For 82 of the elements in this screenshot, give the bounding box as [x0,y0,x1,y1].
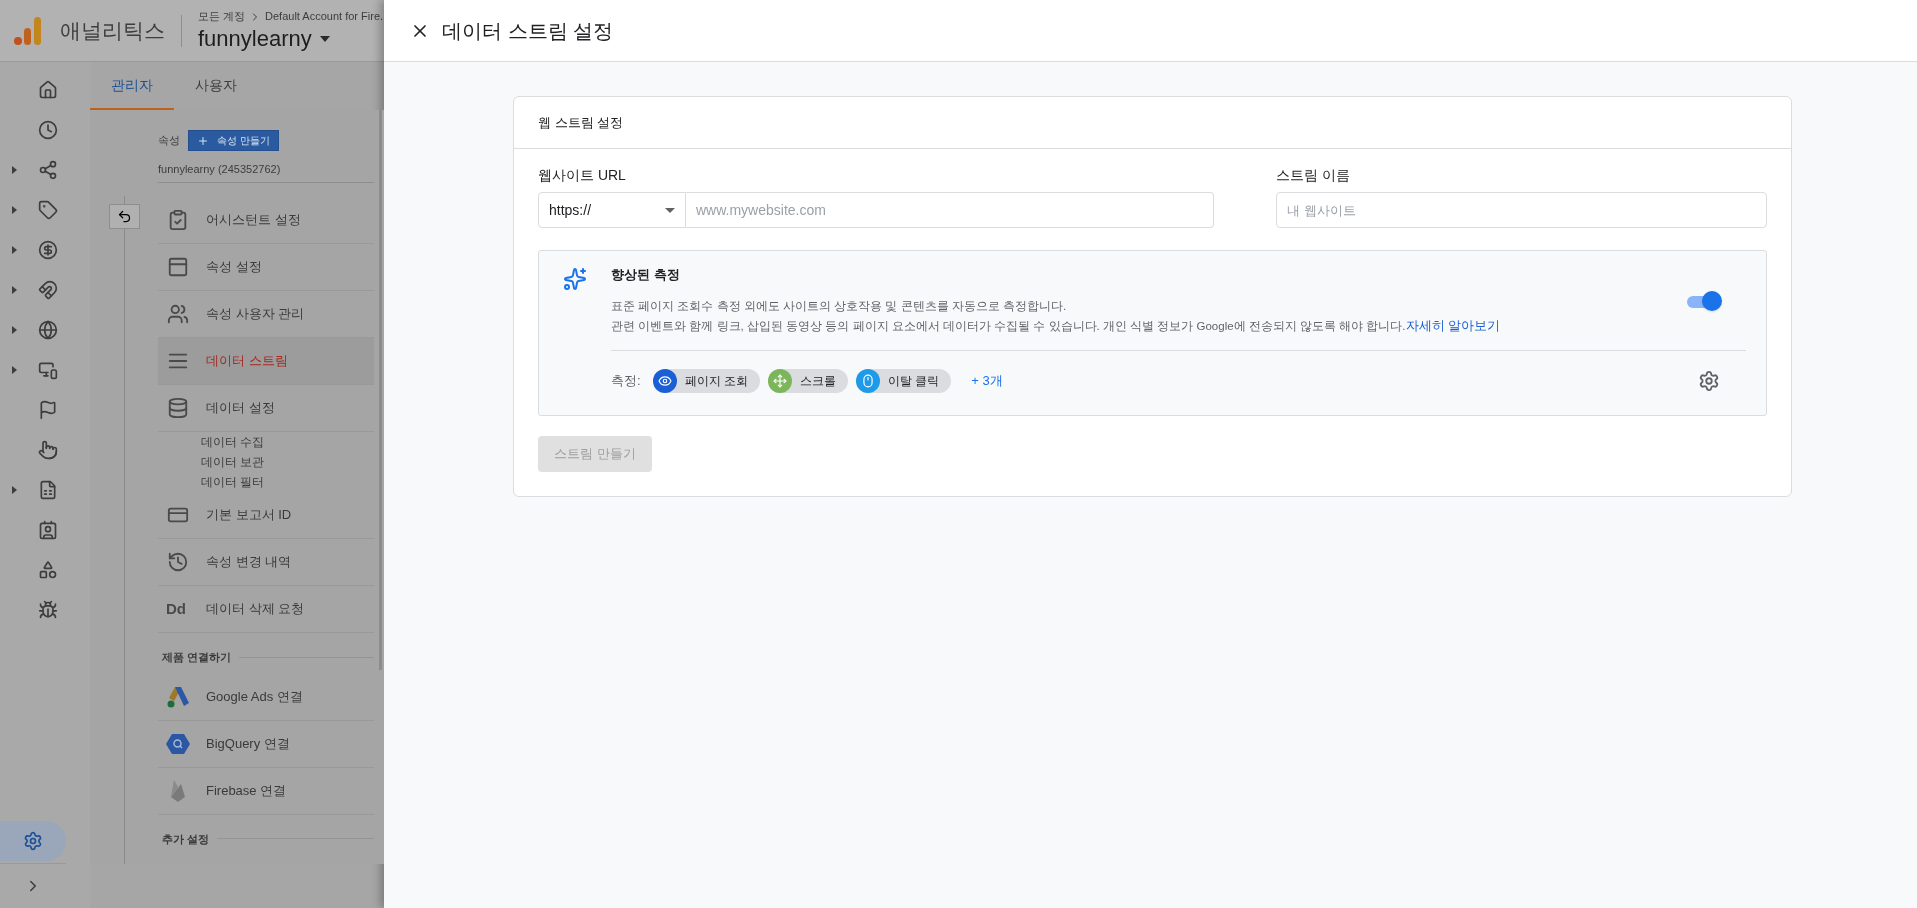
measurement-chip: 페이지 조회 [652,368,760,393]
clipboard-check-icon [167,209,189,231]
expand-caret-icon[interactable] [12,166,18,174]
tab[interactable]: 사용자 [174,62,258,110]
magnet-icon [38,280,58,300]
bug-icon [38,600,58,620]
menu-item[interactable]: 데이터 설정 [158,385,374,432]
menu-item[interactable]: 기본 보고서 ID [158,492,374,539]
product-name: 애널리틱스 [60,17,165,44]
menu-item[interactable]: 속성 설정 [158,244,374,291]
menu-item[interactable]: Dd 데이터 삭제 요청 [158,586,374,633]
back-arrow-icon [116,209,132,224]
submenu-item[interactable]: 데이터 필터 [158,472,374,492]
flag-icon [38,400,58,420]
account-name: funnylearny (245352762) [158,157,374,183]
contact-icon [38,520,58,540]
settings-nav-item[interactable] [0,821,66,861]
shapes-icon [38,560,58,580]
report-icon [38,480,58,500]
breadcrumb-link[interactable]: Default Account for Fire. [265,8,384,25]
breadcrumb-link[interactable]: 모든 계정 [198,8,246,25]
clock-icon [38,120,58,140]
menu-item[interactable]: BigQuery 연결 [158,720,374,768]
bigquery-logo-icon [166,732,190,755]
expand-caret-icon[interactable] [12,326,18,334]
menu-item[interactable]: Google Ads 연결 [158,673,374,721]
create-property-button[interactable]: 속성 만들기 [188,130,279,151]
mouse-icon [860,373,875,388]
pointer-icon [38,440,58,460]
submenu-item[interactable]: 데이터 보관 [158,452,374,472]
property-label: 속성 [158,133,180,149]
expand-caret-icon[interactable] [12,206,18,214]
website-url-field[interactable]: www.mywebsite.com [686,192,1214,228]
history-icon [167,551,189,573]
devices-icon [38,360,58,380]
dd-icon: Dd [166,597,190,621]
section-heading: 제품 연결하기 [162,650,232,665]
dropdown-arrow-icon [319,35,330,42]
dropdown-arrow-icon [665,207,675,213]
globe-icon [38,320,58,340]
tag-icon [38,200,58,220]
menu-item[interactable]: Firebase 연결 [158,767,374,815]
submenu-item[interactable]: 데이터 수집 [158,432,374,452]
protocol-dropdown[interactable]: https:// [538,192,686,228]
measure-label: 측정: [611,371,641,390]
branch-icon [38,160,58,180]
settings-icon[interactable] [1698,369,1720,392]
measurement-chip: 스크롤 [767,368,848,393]
expand-caret-icon[interactable] [12,486,18,494]
back-button[interactable] [108,204,140,229]
dollar-icon [38,240,58,260]
layout-icon [167,256,189,278]
settings-icon [23,831,43,851]
ads-logo-icon [166,685,190,708]
menu-item[interactable]: 속성 변경 내역 [158,539,374,586]
learn-more-link[interactable]: 자세히 알아보기 [1405,317,1501,333]
database-icon [167,397,189,419]
field-label: 스트림 이름 [1276,166,1351,185]
people-icon [167,303,189,325]
stream-name-field[interactable]: 내 웹사이트 [1276,192,1767,228]
menu-item[interactable]: 데이터 스트림 [158,338,374,385]
sparkles-icon [563,267,587,291]
more-link[interactable]: + 3개 [971,370,1003,391]
firebase-logo-icon [169,778,187,803]
measurement-chip: 이탈 클릭 [855,368,952,393]
expand-caret-icon[interactable] [12,286,18,294]
eye-icon [657,373,672,388]
menu-item[interactable]: 어시스턴트 설정 [158,197,374,244]
analytics-logo-icon [14,15,42,46]
toggle-switch[interactable] [1686,291,1722,311]
expand-caret-icon[interactable] [12,366,18,374]
move-icon [772,373,787,388]
expand-caret-icon[interactable] [12,246,18,254]
field-label: 웹사이트 URL [538,166,627,185]
card-title: 웹 스트림 설정 [538,113,624,132]
home-icon [38,80,58,100]
section-heading: 추가 설정 [162,831,210,847]
plus-icon [197,134,209,147]
dialog-title: 데이터 스트림 설정 [442,18,614,44]
property-selector[interactable]: funnylearny [198,24,384,53]
section-title: 향상된 측정 [611,266,681,284]
description: 표준 페이지 조회수 측정 외에도 사이트의 상호작용 및 콘텐츠를 자동으로 측정합니다. 관련 이벤트와 함께 링크, 삽입된 동영상 등의 페이지 요소에서 데이터가 수집될 수 있습니다. 개인 식별 정보가 Google에 전송되지 않도록 해야 합니다.자세히 알아보기 [611,298,1502,335]
